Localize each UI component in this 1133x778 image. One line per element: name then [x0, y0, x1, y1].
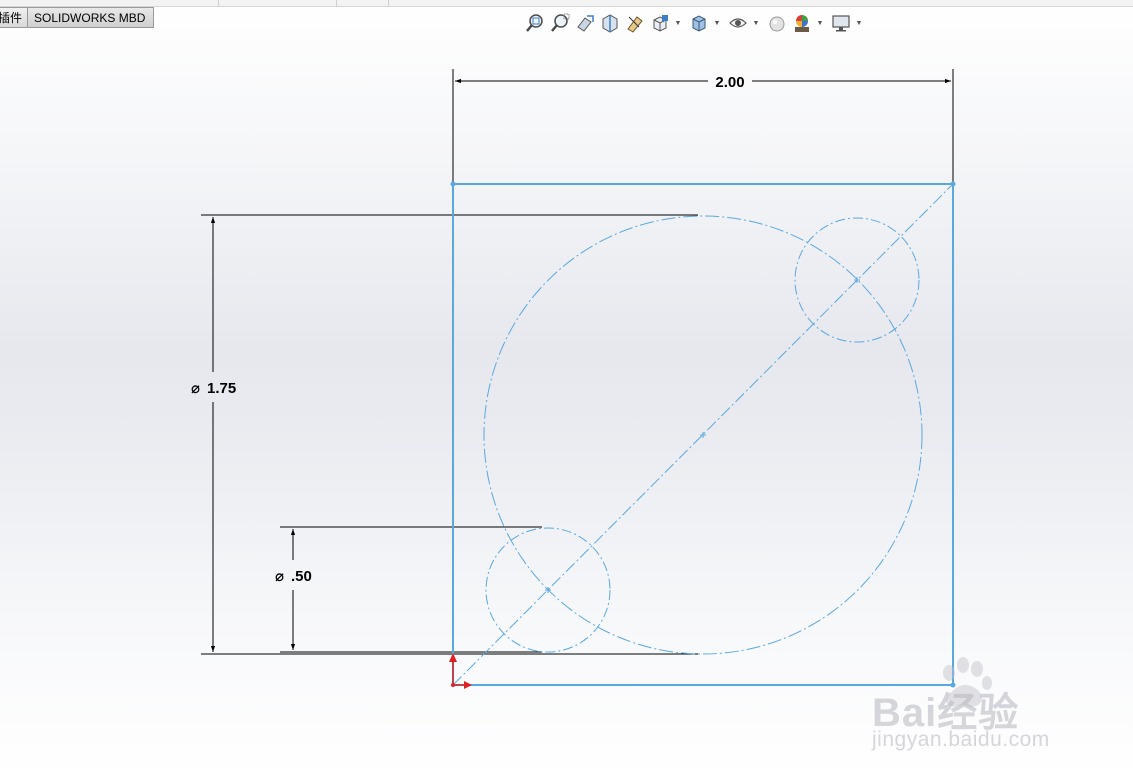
- sketch-point[interactable]: [950, 181, 956, 187]
- small-diameter-value[interactable]: .50: [291, 568, 312, 585]
- width-dimension-value[interactable]: 2.00: [715, 74, 744, 91]
- small-diameter-dimension[interactable]: ⌀ .50: [275, 526, 542, 653]
- sketch-point[interactable]: [450, 181, 456, 187]
- diameter-symbol: ⌀: [191, 380, 200, 397]
- large-diameter-dimension[interactable]: ⌀ 1.75: [191, 214, 698, 655]
- large-diameter-value[interactable]: 1.75: [207, 380, 236, 397]
- diameter-symbol: ⌀: [275, 568, 284, 585]
- sketch-geometry[interactable]: [450, 181, 956, 688]
- watermark-url: jingyan.baidu.com: [872, 728, 1050, 751]
- width-dimension[interactable]: 2.00: [452, 69, 954, 183]
- origin-icon[interactable]: [449, 653, 472, 689]
